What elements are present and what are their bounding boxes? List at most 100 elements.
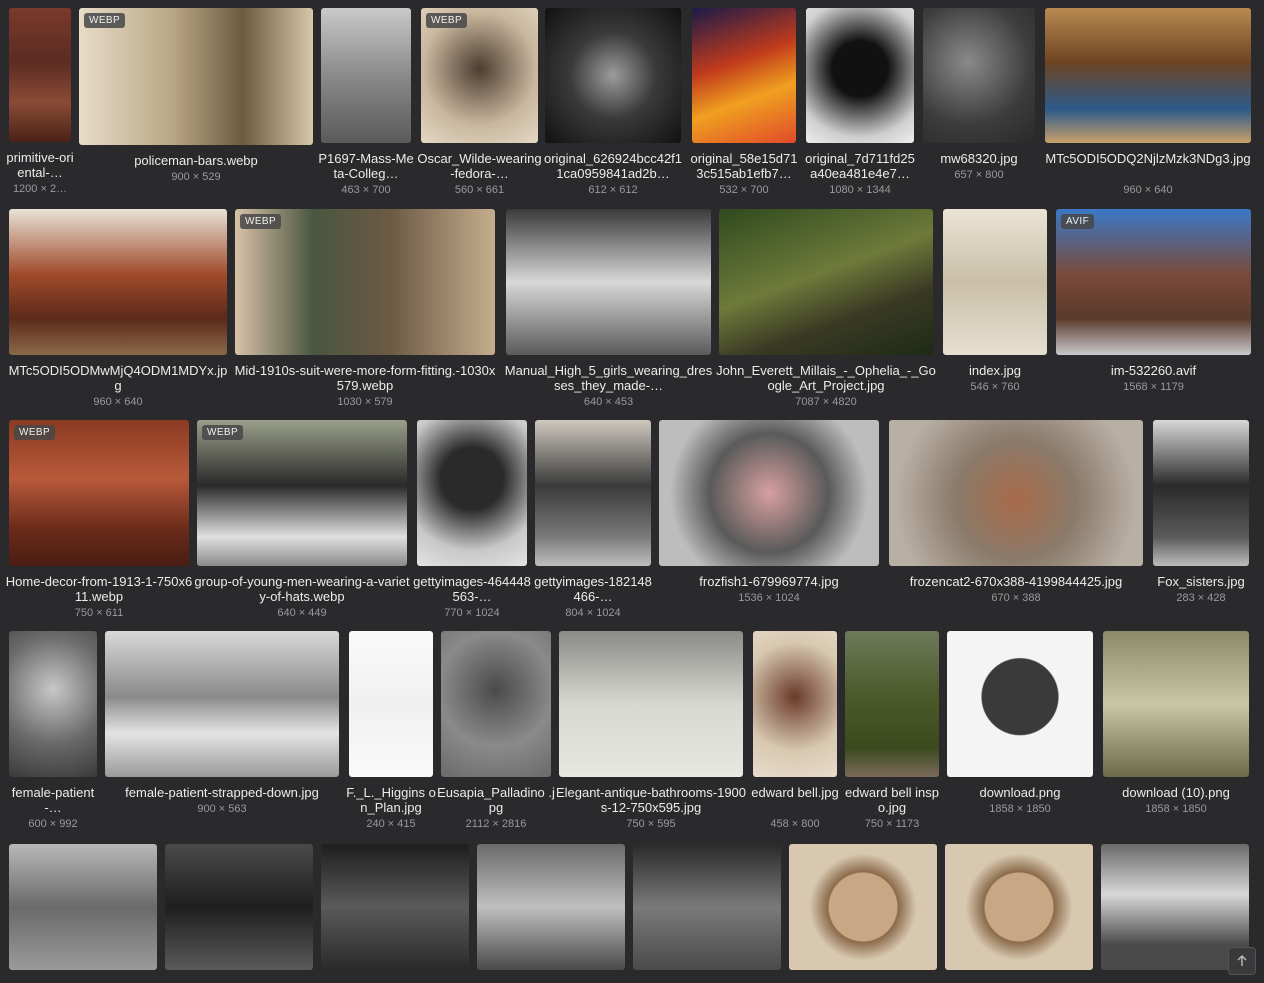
file-dimensions-label: 240 × 415 [366,818,416,830]
file-name-label: Oscar_Wilde-wearing-fedora-… [417,151,542,181]
thumbnail-image[interactable]: WEBP [235,209,495,355]
thumbnail-image[interactable] [889,420,1143,566]
file-name-label: John_Everett_Millais_-_Ophelia_-_Google_… [716,363,936,393]
thumbnail-image[interactable] [923,8,1035,143]
thumbnail-image[interactable] [1153,420,1249,566]
file-name-label: gettyimages-464448563-… [413,574,531,604]
file-dimensions-label: 804 × 1024 [565,607,621,619]
format-badge: WEBP [202,425,244,440]
file-dimensions-label: 1536 × 1024 [738,592,800,604]
file-dimensions-label: 960 × 640 [1123,184,1173,196]
thumbnail-image[interactable] [349,631,433,777]
file-dimensions-label: 560 × 661 [454,184,505,196]
file-name-label: policeman-bars.webp [134,153,258,168]
thumbnail-image[interactable] [1045,8,1251,143]
scroll-to-top-button[interactable] [1228,947,1256,975]
thumbnail-image[interactable] [321,8,411,143]
file-dimensions-label: 2112 × 2816 [465,818,527,830]
thumbnail-image[interactable]: AVIF [1056,209,1251,355]
thumbnail-image[interactable] [9,209,227,355]
file-dimensions-label: 1200 × 2… [12,183,68,195]
format-badge: WEBP [14,425,56,440]
file-dimensions-label: 463 × 700 [341,184,391,196]
file-name-label: P1697-Mass-Meta-Colleg… [318,151,414,181]
file-name-label: MTc5ODI5ODMwMjQ4ODM1MDYx.jpg [8,363,228,393]
file-name-label: im-532260.avif [1110,363,1197,378]
thumbnail-image[interactable] [477,844,625,970]
file-dimensions-label: 458 × 800 [770,818,820,830]
thumbnail-image[interactable] [9,8,71,142]
file-name-label: gettyimages-182148466-… [534,574,652,604]
thumbnail-image[interactable] [845,631,939,777]
file-dimensions-label: 750 × 595 [626,818,676,830]
thumbnail-image[interactable] [945,844,1093,970]
thumbnail-image[interactable] [9,631,97,777]
thumbnail-image[interactable] [1103,631,1249,777]
thumbnail-image[interactable] [535,420,651,566]
file-dimensions-label: 546 × 760 [970,381,1020,393]
file-dimensions-label: 612 × 612 [588,184,638,196]
file-name-label: group-of-young-men-wearing-a-variety-of-… [194,574,410,604]
thumbnail-image[interactable] [753,631,837,777]
file-dimensions-label: 1858 × 1850 [1145,803,1207,815]
file-dimensions-label: 900 × 529 [171,171,221,183]
thumbnail-image[interactable] [165,844,313,970]
file-name-label: female-patient-strapped-down.jpg [125,785,319,800]
thumbnail-image[interactable] [9,844,157,970]
file-dimensions-label: 900 × 563 [197,803,247,815]
file-name-label: original_626924bcc42f11ca0959841ad2b… [543,151,683,181]
thumbnail-image[interactable]: WEBP [9,420,189,566]
file-name-label: frozencat2-670x388-4199844425.jpg [909,574,1123,589]
thumbnail-image[interactable]: WEBP [421,8,538,143]
file-name-label: Manual_High_5_girls_wearing_dresses_they… [504,363,713,393]
thumbnail-image[interactable] [441,631,551,777]
file-dimensions-label: 657 × 800 [954,169,1004,181]
file-dimensions-label: 1080 × 1344 [829,184,891,196]
format-badge: WEBP [84,13,126,28]
thumbnail-image[interactable] [789,844,937,970]
thumbnail-image[interactable] [1101,844,1249,970]
file-name-label: MTc5ODI5ODQ2NjlzMzk3NDg3.jpg [1045,151,1251,166]
thumbnail-image[interactable]: WEBP [79,8,313,145]
file-name-label: female-patient-… [11,785,95,815]
thumbnail-image[interactable] [559,631,743,777]
format-badge: AVIF [1061,214,1095,229]
file-dimensions-label: 283 × 428 [1176,592,1226,604]
file-dimensions-label: 532 × 700 [719,184,769,196]
thumbnail-image[interactable] [545,8,681,143]
thumbnail-image[interactable] [719,209,933,355]
thumbnail-image[interactable] [417,420,527,566]
thumbnail-image[interactable] [506,209,711,355]
file-name-label: edward bell.jpg [751,785,839,800]
format-badge: WEBP [240,214,282,229]
file-name-label: original_7d711fd25a40ea481e4e7… [805,151,915,181]
file-name-label: Elegant-antique-bathrooms-1900s-12-750x5… [555,785,747,815]
file-dimensions-label: 600 × 992 [28,818,78,830]
file-dimensions-label: 7087 × 4820 [795,396,857,408]
file-name-label: Mid-1910s-suit-were-more-form-fitting.-1… [234,363,496,393]
thumbnail-image[interactable] [692,8,796,143]
file-name-label: Fox_sisters.jpg [1157,574,1245,589]
thumbnail-image[interactable] [321,844,469,970]
file-name-label: frozfish1-679969774.jpg [699,574,839,589]
arrow-up-icon [1237,955,1247,966]
file-dimensions-label: 670 × 388 [991,592,1041,604]
file-dimensions-label: 640 × 449 [277,607,327,619]
thumbnail-image[interactable] [633,844,781,970]
thumbnail-image[interactable] [947,631,1093,777]
thumbnail-image[interactable] [806,8,914,143]
image-grid: primitive-oriental-… 1200 × 2… WEBP policem… [0,0,1264,983]
thumbnail-image[interactable]: WEBP [197,420,407,566]
file-dimensions-label: 770 × 1024 [444,607,500,619]
file-name-label: Home-decor-from-1913-1-750x611.webp [5,574,193,604]
thumbnail-image[interactable] [105,631,339,777]
file-name-label: original_58e15d713c515ab1efb7… [690,151,798,181]
thumbnail-image[interactable] [659,420,879,566]
file-name-label: download (10).png [1122,785,1230,800]
file-name-label: edward bell inspo.jpg [845,785,939,815]
format-badge: WEBP [426,13,468,28]
thumbnail-image[interactable] [943,209,1047,355]
file-dimensions-label: 960 × 640 [93,396,143,408]
file-dimensions-label: 1858 × 1850 [989,803,1051,815]
file-name-label: index.jpg [968,363,1022,378]
